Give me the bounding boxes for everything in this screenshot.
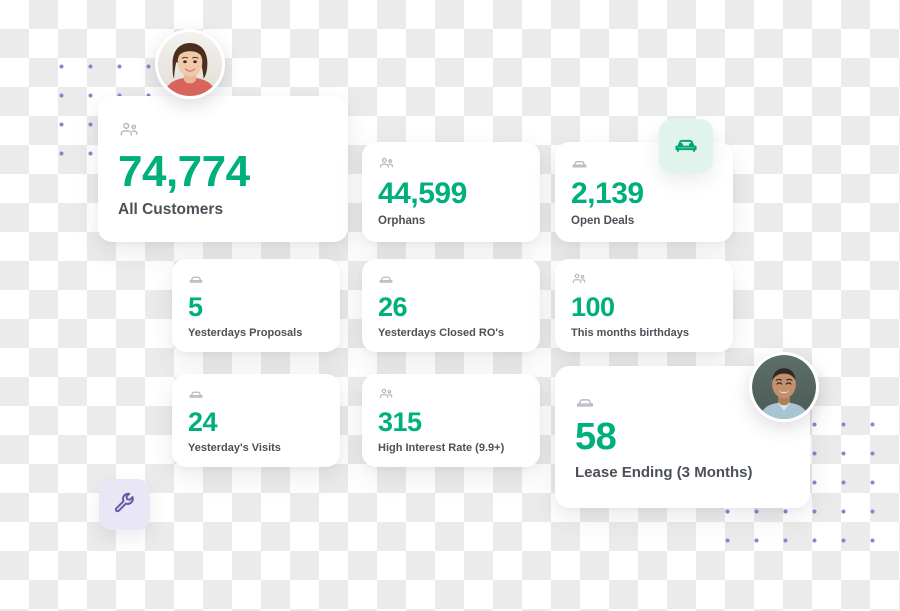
- stat-value: 74,774: [118, 146, 250, 196]
- stat-card-this-months-birthdays[interactable]: 100 This months birthdays: [555, 259, 733, 352]
- stat-value: 2,139: [571, 177, 644, 211]
- dashboard-stats-graphic: 74,774 All Customers 44,599 Orphans 2,13…: [0, 0, 900, 611]
- stat-label: Yesterdays Closed RO's: [378, 326, 505, 339]
- stat-card-high-interest-rate[interactable]: 315 High Interest Rate (9.9+): [362, 374, 540, 467]
- stat-card-yesterdays-closed-ros[interactable]: 26 Yesterdays Closed RO's: [362, 259, 540, 352]
- stat-label: Yesterdays Proposals: [188, 326, 303, 339]
- people-icon: [118, 119, 328, 141]
- stat-label: Open Deals: [571, 215, 635, 228]
- stat-value: 26: [378, 291, 408, 322]
- stat-value: 5: [188, 291, 203, 322]
- stat-card-yesterdays-visits[interactable]: 24 Yesterday's Visits: [172, 374, 340, 467]
- stat-label: All Customers: [118, 200, 224, 218]
- stat-card-orphans[interactable]: 44,599 Orphans: [362, 142, 540, 242]
- stat-value: 315: [378, 406, 422, 437]
- stat-card-all-customers[interactable]: 74,774 All Customers: [98, 96, 348, 242]
- stat-label: Lease Ending (3 Months): [575, 463, 753, 481]
- car-icon: [188, 386, 324, 402]
- stat-label: This months birthdays: [571, 326, 689, 339]
- user-photo-woman: [158, 32, 222, 96]
- stat-value: 58: [575, 416, 617, 459]
- people-icon: [378, 155, 524, 172]
- car-badge[interactable]: [659, 119, 713, 173]
- stat-value: 100: [571, 291, 615, 322]
- user-photo-man: [752, 355, 816, 419]
- tool-badge[interactable]: [99, 479, 150, 530]
- stat-card-yesterdays-proposals[interactable]: 5 Yesterdays Proposals: [172, 259, 340, 352]
- people-icon: [378, 386, 524, 402]
- avatar-top[interactable]: [155, 29, 225, 99]
- stat-value: 24: [188, 406, 218, 437]
- car-icon: [188, 271, 324, 287]
- stat-label: High Interest Rate (9.9+): [378, 441, 505, 454]
- wrench-icon: [112, 490, 137, 520]
- stat-label: Orphans: [378, 215, 426, 228]
- car-icon: [673, 131, 699, 162]
- stat-value: 44,599: [378, 177, 467, 211]
- people-icon: [571, 271, 717, 287]
- car-icon: [378, 271, 524, 287]
- dot-grid-bottom-right: [800, 410, 890, 560]
- avatar-bottom[interactable]: [749, 352, 819, 422]
- stat-label: Yesterday's Visits: [188, 441, 281, 454]
